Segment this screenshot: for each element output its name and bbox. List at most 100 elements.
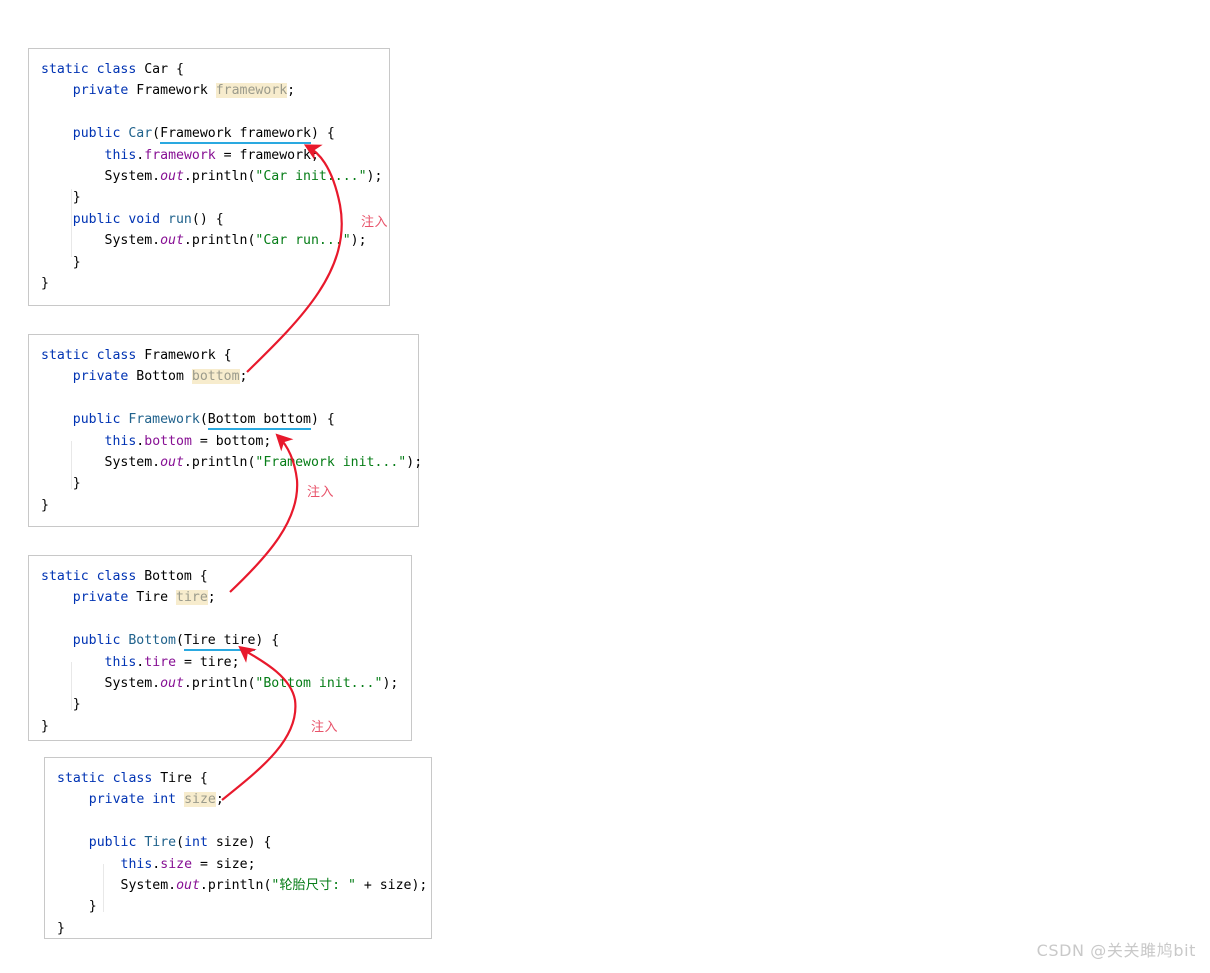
code-token: Car: [128, 126, 153, 142]
code-token: = tire;: [176, 654, 240, 670]
code-token: = bottom;: [191, 433, 272, 449]
code-token: public: [72, 126, 129, 142]
code-line: }: [41, 252, 377, 273]
code-token: static: [57, 771, 113, 786]
code-line: }: [57, 896, 419, 917]
code-token: this: [120, 856, 153, 872]
code-token: tire: [176, 590, 208, 606]
code-token: ) {: [310, 126, 335, 142]
constructor-parameter: Bottom bottom: [207, 412, 311, 431]
code-token: }: [41, 697, 81, 713]
code-line: public Bottom(Tire tire) {: [41, 630, 399, 652]
code-line: this.bottom = bottom;: [41, 431, 406, 452]
code-block-framework: static class Framework { private Bottom …: [28, 334, 423, 527]
code-token: ;: [287, 83, 296, 99]
code-token: }: [41, 718, 49, 734]
code-token: private: [72, 369, 137, 385]
code-line: private Bottom bottom;: [41, 366, 406, 387]
code-token: Framework: [128, 412, 200, 428]
code-token: ) {: [310, 412, 335, 428]
code-token: out: [160, 233, 184, 249]
code-block-car: static class Car { private Framework fra…: [28, 48, 390, 306]
code-token: framework: [144, 147, 216, 163]
code-token: class: [96, 62, 145, 77]
code-token: int: [184, 835, 208, 851]
code-token: .println(: [199, 877, 272, 893]
code-line: System.out.println("Car run...");: [41, 230, 377, 251]
code-line: private Framework framework;: [41, 80, 377, 101]
code-line: this.framework = framework;: [41, 145, 377, 166]
code-token: class: [96, 569, 145, 584]
code-token: out: [176, 877, 200, 893]
code-token: .println(: [183, 233, 256, 249]
inject-label-3: 注入: [311, 720, 339, 735]
code-token: out: [160, 168, 184, 184]
code-token: tire: [144, 654, 177, 670]
code-token: this: [104, 654, 137, 670]
code-token: ;: [207, 590, 216, 606]
code-line: }: [41, 187, 377, 208]
code-line: this.size = size;: [57, 854, 419, 875]
code-token: Car {: [144, 62, 184, 77]
code-token: }: [57, 899, 97, 915]
code-token: out: [160, 675, 184, 691]
code-line: public Framework(Bottom bottom) {: [41, 409, 406, 431]
constructor-parameter: Tire tire: [183, 633, 256, 652]
code-token: Tire {: [160, 771, 208, 786]
code-line: }: [41, 473, 406, 494]
code-token: .println(: [183, 454, 256, 470]
code-token: }: [57, 920, 65, 936]
csdn-watermark: CSDN @关关雎鸠bit: [1036, 941, 1196, 960]
code-token: System.: [41, 233, 161, 249]
code-token: Tire: [144, 835, 177, 851]
code-token: "轮胎尺寸: ": [271, 877, 356, 893]
code-line: }: [41, 716, 399, 737]
code-token: = framework;: [215, 147, 319, 163]
indent-guide: [71, 662, 72, 710]
code-line: this.tire = tire;: [41, 652, 399, 673]
inject-label-1: 注入: [361, 215, 389, 230]
code-token: static: [41, 569, 97, 584]
code-token: framework: [215, 83, 288, 99]
code-token: System.: [41, 675, 161, 691]
code-token: out: [160, 454, 184, 470]
code-token: .println(: [183, 675, 256, 691]
code-token: (: [176, 835, 185, 851]
code-token: (: [152, 126, 161, 142]
code-token: Framework {: [144, 348, 232, 363]
code-token: );: [366, 168, 383, 184]
code-token: System.: [41, 454, 161, 470]
code-token: public: [88, 835, 145, 851]
code-line: }: [57, 918, 419, 939]
code-token: size) {: [207, 835, 272, 851]
code-line: System.out.println("Framework init...");: [41, 452, 423, 473]
code-token: "Car init....": [255, 168, 367, 184]
code-line: }: [41, 495, 406, 516]
code-token: size: [184, 792, 216, 808]
code-token: private: [72, 83, 137, 99]
code-line: System.out.println("轮胎尺寸: " + size);: [57, 875, 428, 896]
code-token: public: [72, 412, 129, 428]
code-token: "Bottom init...": [255, 675, 383, 691]
code-token: .println(: [183, 168, 256, 184]
code-token: bottom: [191, 369, 240, 385]
code-token: void: [128, 211, 169, 227]
code-token: ;: [215, 792, 224, 808]
code-token: + size);: [355, 877, 428, 893]
code-token: Bottom: [128, 633, 176, 649]
code-line: static class Tire {: [57, 768, 419, 789]
code-token: Bottom {: [144, 569, 208, 584]
code-line: }: [41, 273, 377, 294]
code-line: }: [41, 694, 399, 715]
